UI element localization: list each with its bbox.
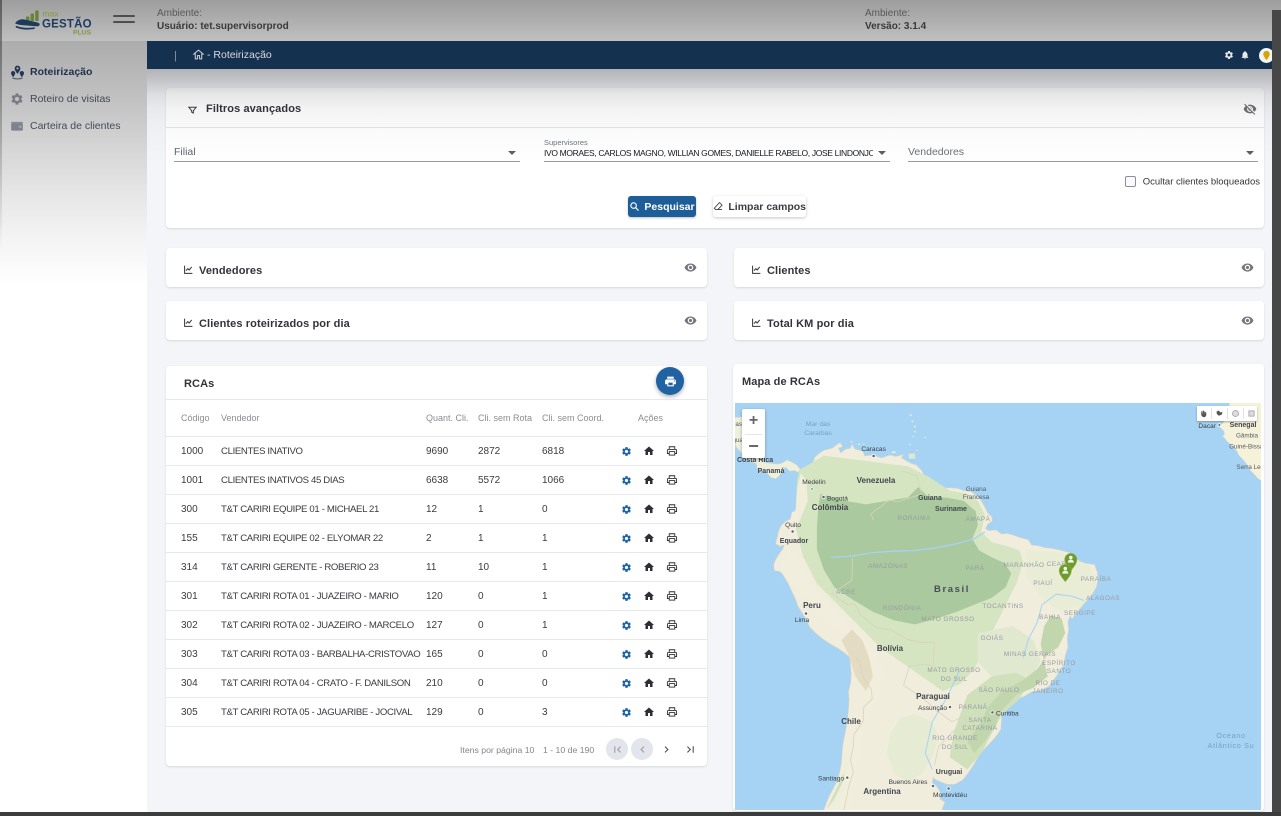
svg-text:PARÁ: PARÁ: [966, 563, 985, 572]
svg-text:Colômbia: Colômbia: [812, 503, 849, 512]
svg-text:PIAUÍ: PIAUÍ: [1033, 578, 1052, 587]
svg-text:PARAÍBA: PARAÍBA: [1081, 574, 1112, 583]
svg-text:Paraguai: Paraguai: [916, 692, 950, 701]
svg-text:Buenos Aires: Buenos Aires: [889, 779, 929, 786]
svg-text:Serra Leoa: Serra Leoa: [1236, 464, 1261, 471]
svg-text:Chile: Chile: [841, 717, 861, 726]
svg-text:Equador: Equador: [780, 538, 809, 545]
svg-text:Honduras: Honduras: [735, 421, 742, 428]
svg-text:Mar das: Mar das: [806, 421, 831, 428]
svg-text:Bolívia: Bolívia: [877, 644, 904, 653]
svg-text:AMAPÁ: AMAPÁ: [966, 514, 991, 523]
svg-text:MATO GROSSO: MATO GROSSO: [921, 616, 974, 623]
svg-text:Guiné-Bissau: Guiné-Bissau: [1229, 444, 1261, 451]
svg-text:Brasil: Brasil: [934, 584, 970, 595]
svg-text:RONDÔNIA: RONDÔNIA: [883, 603, 922, 612]
svg-text:PLUS: PLUS: [73, 30, 92, 36]
svg-text:PARANÁ: PARANÁ: [959, 702, 988, 711]
svg-text:MARANHÃO: MARANHÃO: [1004, 560, 1045, 569]
svg-text:Oceano: Oceano: [1216, 731, 1245, 740]
svg-text:Venezuela: Venezuela: [857, 476, 896, 485]
svg-text:RORAIMA: RORAIMA: [897, 515, 931, 522]
svg-text:RIO DE: RIO DE: [1035, 680, 1060, 687]
svg-text:MATO GROSSO: MATO GROSSO: [927, 667, 980, 674]
svg-text:Medelín: Medelín: [802, 479, 826, 486]
svg-text:DO SUL: DO SUL: [942, 744, 969, 751]
svg-text:Uruguai: Uruguai: [936, 769, 963, 776]
svg-text:Guiana: Guiana: [918, 495, 942, 502]
svg-text:ACRE: ACRE: [836, 589, 856, 596]
svg-text:SANTO: SANTO: [1047, 668, 1071, 675]
svg-text:Curitiba: Curitiba: [996, 711, 1019, 718]
svg-text:Caraíbas: Caraíbas: [804, 430, 832, 437]
svg-text:CATARINA: CATARINA: [962, 725, 998, 732]
svg-text:Bogotá: Bogotá: [827, 496, 848, 503]
svg-text:SERGIPE: SERGIPE: [1064, 610, 1096, 617]
svg-text:DO SUL: DO SUL: [941, 676, 968, 683]
svg-text:Peru: Peru: [803, 601, 821, 610]
svg-text:Lima: Lima: [795, 617, 810, 624]
svg-text:Suriname: Suriname: [935, 506, 967, 513]
svg-text:MINAS GERAIS: MINAS GERAIS: [1004, 651, 1056, 658]
svg-text:Santiago: Santiago: [818, 776, 844, 783]
svg-text:Guiana: Guiana: [966, 486, 987, 493]
svg-text:ALAGOAS: ALAGOAS: [1086, 595, 1120, 602]
svg-text:Atlântico Su: Atlântico Su: [1208, 741, 1255, 750]
svg-text:RIO GRANDE: RIO GRANDE: [932, 735, 977, 742]
svg-text:JANEIRO: JANEIRO: [1032, 688, 1063, 695]
svg-text:ESPÍRITO: ESPÍRITO: [1042, 658, 1076, 667]
svg-text:Francesa: Francesa: [963, 494, 990, 501]
svg-text:SÃO PAULO: SÃO PAULO: [979, 685, 1020, 694]
svg-text:Dacar: Dacar: [1198, 423, 1216, 430]
svg-text:max: max: [43, 9, 60, 19]
svg-text:Assunção: Assunção: [918, 705, 947, 712]
svg-text:Senegal: Senegal: [1230, 422, 1257, 429]
svg-text:Montevidéu: Montevidéu: [933, 792, 967, 799]
svg-text:Quito: Quito: [785, 522, 801, 529]
svg-text:Gâmbia: Gâmbia: [1236, 433, 1259, 440]
svg-text:BAHIA: BAHIA: [1039, 614, 1061, 621]
svg-text:GOIÁS: GOIÁS: [981, 633, 1004, 642]
svg-text:Costa Rica: Costa Rica: [737, 457, 773, 464]
svg-text:Panamá: Panamá: [758, 468, 785, 475]
svg-text:SANTA: SANTA: [968, 717, 992, 724]
svg-text:Caracas: Caracas: [861, 446, 886, 453]
svg-text:AMAZONAS: AMAZONAS: [868, 563, 908, 570]
svg-text:TOCANTINS: TOCANTINS: [982, 603, 1023, 610]
svg-text:Argentina: Argentina: [863, 787, 901, 796]
